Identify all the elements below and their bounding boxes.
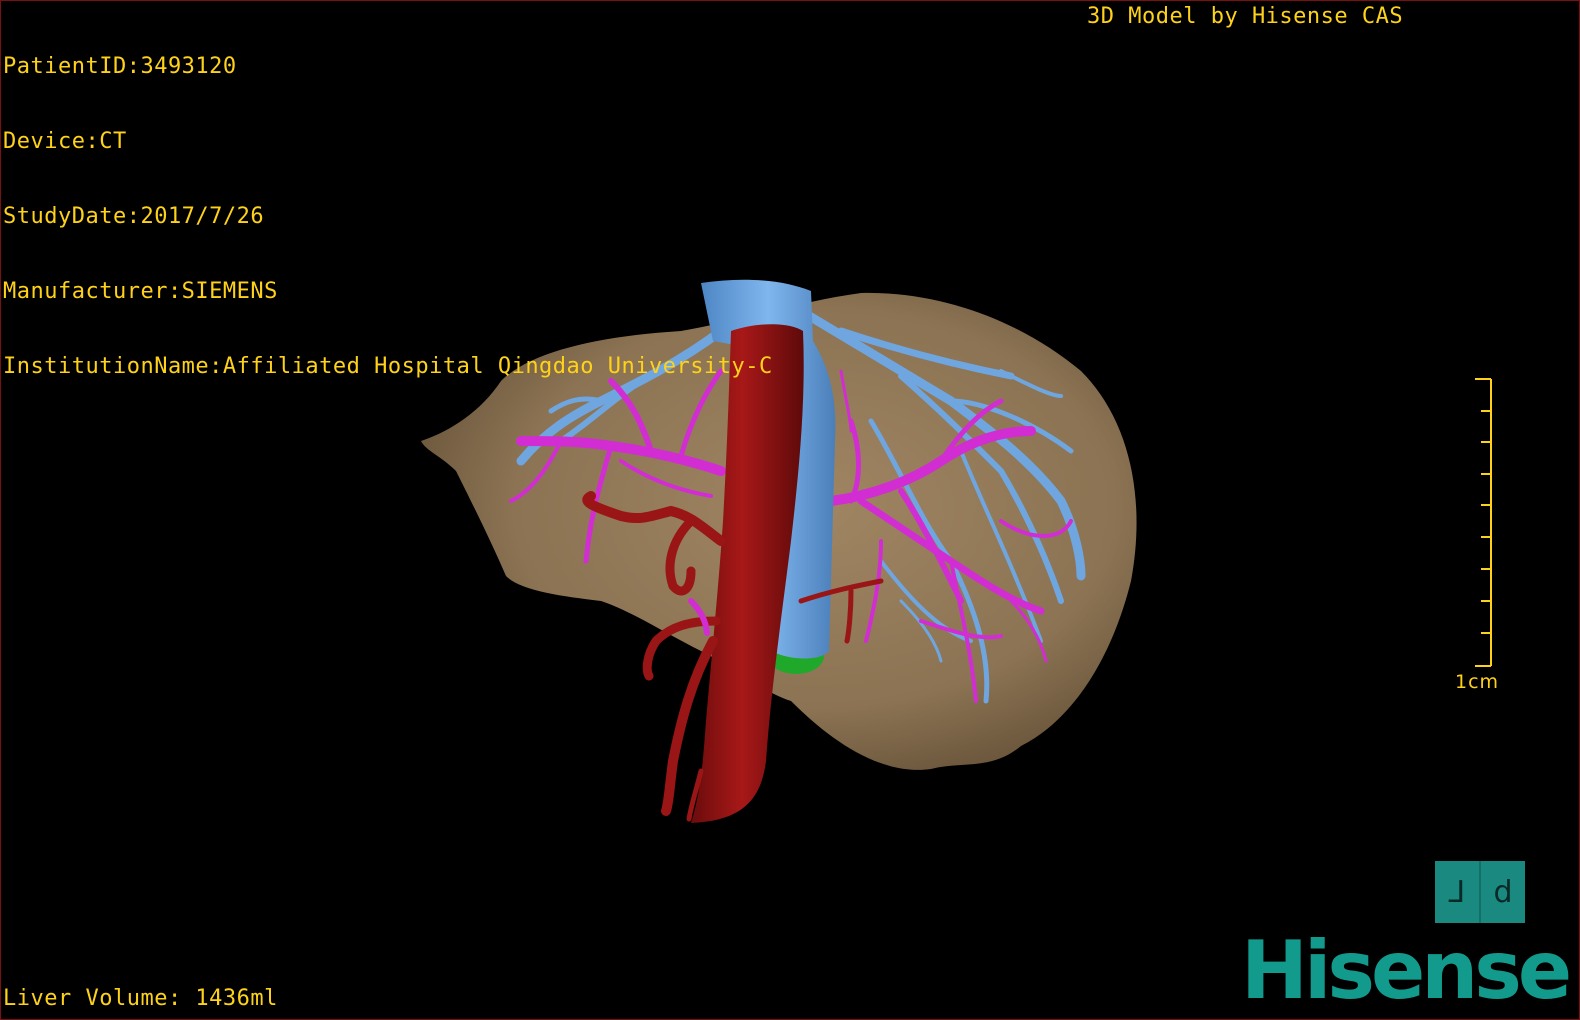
device-label: Device:CT [3, 129, 127, 154]
institution-label: InstitutionName:Affiliated Hospital Qing… [3, 354, 773, 379]
model-credit-label: 3D Model by Hisense CAS [1087, 4, 1404, 29]
hisense-logo: Hisense [1241, 924, 1572, 1017]
render-viewport[interactable]: PatientID:3493120 Device:CT StudyDate:20… [0, 0, 1580, 1020]
dicom-info-panel: PatientID:3493120 Device:CT StudyDate:20… [3, 4, 773, 429]
study-date-label: StudyDate:2017/7/26 [3, 204, 265, 229]
liver-volume-label: Liver Volume: 1436ml [3, 986, 278, 1011]
patient-id-label: PatientID:3493120 [3, 54, 237, 79]
orientation-cube-icon[interactable]: ⅃ d [1435, 861, 1525, 923]
ruler-scale-icon [1475, 378, 1492, 667]
cube-face-left: ⅃ [1448, 874, 1466, 910]
manufacturer-label: Manufacturer:SIEMENS [3, 279, 278, 304]
scale-label: 1cm [1455, 671, 1500, 693]
cube-face-right: d [1493, 874, 1513, 910]
